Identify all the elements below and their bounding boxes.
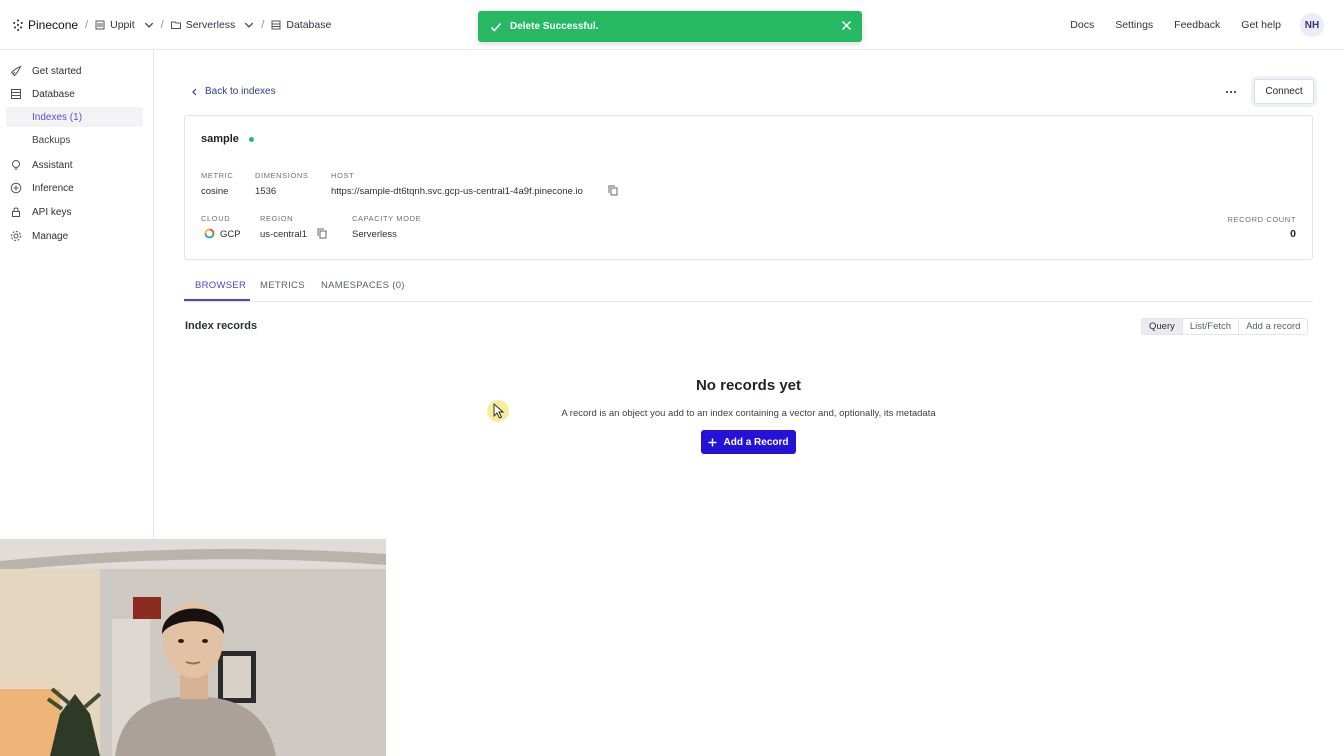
sidebar-item-get-started[interactable]: Get started bbox=[10, 65, 81, 77]
presenter-video-image bbox=[0, 539, 386, 756]
add-record-label: Add a Record bbox=[723, 436, 789, 448]
building-icon bbox=[95, 20, 105, 29]
sidebar-subitem-backups[interactable]: Backups bbox=[32, 135, 70, 146]
chevron-down-icon bbox=[144, 22, 153, 28]
pinecone-logo-icon bbox=[13, 19, 23, 31]
database-icon bbox=[11, 89, 21, 99]
nav-settings[interactable]: Settings bbox=[1115, 19, 1153, 31]
sidebar-subitem-indexes[interactable]: Indexes (1) bbox=[6, 107, 143, 127]
capacity-mode-value: Serverless bbox=[352, 229, 397, 240]
add-record-button[interactable]: Add a Record bbox=[701, 430, 796, 454]
chevron-down-icon bbox=[245, 22, 254, 28]
breadcrumb-separator: / bbox=[85, 18, 89, 31]
index-details-card: sample METRIC cosine DIMENSIONS 1536 HOS… bbox=[184, 115, 1313, 260]
host-label: HOST bbox=[331, 171, 355, 180]
close-icon[interactable] bbox=[841, 20, 852, 31]
more-options-icon[interactable] bbox=[1222, 86, 1240, 98]
sidebar-item-label: Assistant bbox=[32, 159, 73, 171]
nav-feedback[interactable]: Feedback bbox=[1174, 19, 1220, 31]
dimensions-value: 1536 bbox=[255, 186, 277, 197]
rocket-icon bbox=[10, 65, 22, 77]
database-icon bbox=[271, 20, 281, 29]
breadcrumb-page-label: Database bbox=[286, 18, 332, 31]
sidebar-item-api-keys[interactable]: API keys bbox=[10, 206, 71, 218]
nav-docs[interactable]: Docs bbox=[1070, 19, 1094, 31]
status-indicator bbox=[249, 137, 254, 142]
active-tab-indicator bbox=[184, 299, 250, 301]
folder-icon bbox=[170, 21, 181, 29]
tab-browser[interactable]: BROWSER bbox=[195, 280, 246, 291]
region-label: REGION bbox=[260, 214, 294, 223]
tab-namespaces[interactable]: NAMESPACES (0) bbox=[321, 280, 405, 291]
add-a-record-tab[interactable]: Add a record bbox=[1238, 319, 1307, 334]
brand-name: Pinecone bbox=[28, 17, 79, 32]
lock-icon bbox=[12, 207, 20, 217]
sidebar-item-inference[interactable]: Inference bbox=[10, 182, 74, 194]
region-value: us-central1 bbox=[260, 229, 307, 240]
sidebar-item-assistant[interactable]: Assistant bbox=[10, 159, 73, 171]
breadcrumb-project-label: Serverless bbox=[185, 18, 236, 31]
record-count-label: RECORD COUNT bbox=[1227, 215, 1296, 224]
breadcrumb-separator: / bbox=[160, 18, 164, 31]
list-fetch-button[interactable]: List/Fetch bbox=[1181, 319, 1238, 334]
check-icon bbox=[490, 22, 502, 32]
cloud-value: GCP bbox=[220, 229, 241, 240]
back-to-indexes-link[interactable]: Back to indexes bbox=[191, 86, 276, 97]
breadcrumb-org[interactable]: Uppit bbox=[95, 19, 154, 31]
webcam-overlay bbox=[0, 539, 386, 756]
bulb-icon bbox=[12, 160, 20, 170]
mouse-cursor-icon bbox=[493, 403, 504, 419]
empty-state-description: A record is an object you add to an inde… bbox=[561, 408, 936, 419]
sidebar-item-label: Inference bbox=[32, 182, 74, 194]
sidebar-item-manage[interactable]: Manage bbox=[10, 230, 68, 242]
breadcrumb-project[interactable]: Serverless bbox=[170, 18, 255, 31]
nav-get-help[interactable]: Get help bbox=[1241, 19, 1281, 31]
empty-state-title: No records yet bbox=[695, 377, 802, 394]
connect-button[interactable]: Connect bbox=[1254, 79, 1314, 104]
gear-icon bbox=[11, 231, 21, 241]
query-button[interactable]: Query bbox=[1142, 319, 1182, 334]
index-records-title: Index records bbox=[185, 320, 258, 332]
sidebar-item-label: Get started bbox=[32, 65, 82, 77]
toast-message: Delete Successful. bbox=[510, 21, 599, 32]
sidebar-item-label: Manage bbox=[32, 230, 69, 242]
dimensions-label: DIMENSIONS bbox=[255, 171, 309, 180]
index-tabs: BROWSER METRICS NAMESPACES (0) bbox=[184, 272, 1313, 302]
breadcrumb-page[interactable]: Database bbox=[271, 19, 331, 31]
cloud-label: CLOUD bbox=[201, 214, 231, 223]
success-toast: Delete Successful. bbox=[478, 11, 862, 42]
sidebar-item-database[interactable]: Database bbox=[10, 88, 75, 100]
top-nav: Docs Settings Feedback Get help NH bbox=[1070, 0, 1344, 50]
copy-icon[interactable] bbox=[317, 228, 327, 239]
tab-metrics[interactable]: METRICS bbox=[260, 280, 305, 291]
sidebar-item-label: API keys bbox=[32, 206, 72, 218]
capacity-mode-label: CAPACITY MODE bbox=[352, 214, 422, 223]
plus-icon bbox=[708, 438, 717, 446]
plus-circle-icon bbox=[10, 182, 22, 194]
records-mode-toggle: Query List/Fetch Add a record bbox=[1141, 318, 1309, 335]
metric-value: cosine bbox=[201, 186, 229, 197]
index-name: sample bbox=[201, 133, 239, 145]
copy-icon[interactable] bbox=[608, 185, 618, 196]
chevron-left-icon bbox=[192, 88, 197, 95]
back-link-label: Back to indexes bbox=[205, 86, 276, 97]
avatar[interactable]: NH bbox=[1300, 13, 1324, 37]
metric-label: METRIC bbox=[201, 171, 234, 180]
brand-logo[interactable]: Pinecone bbox=[12, 18, 78, 32]
sidebar-item-label: Database bbox=[32, 88, 75, 100]
gcp-logo-icon bbox=[204, 228, 215, 239]
breadcrumb-separator: / bbox=[261, 18, 265, 31]
breadcrumb-org-label: Uppit bbox=[110, 18, 135, 31]
host-value: https://sample-dt6tqnh.svc.gcp-us-centra… bbox=[331, 186, 583, 197]
record-count-value: 0 bbox=[1290, 228, 1296, 240]
